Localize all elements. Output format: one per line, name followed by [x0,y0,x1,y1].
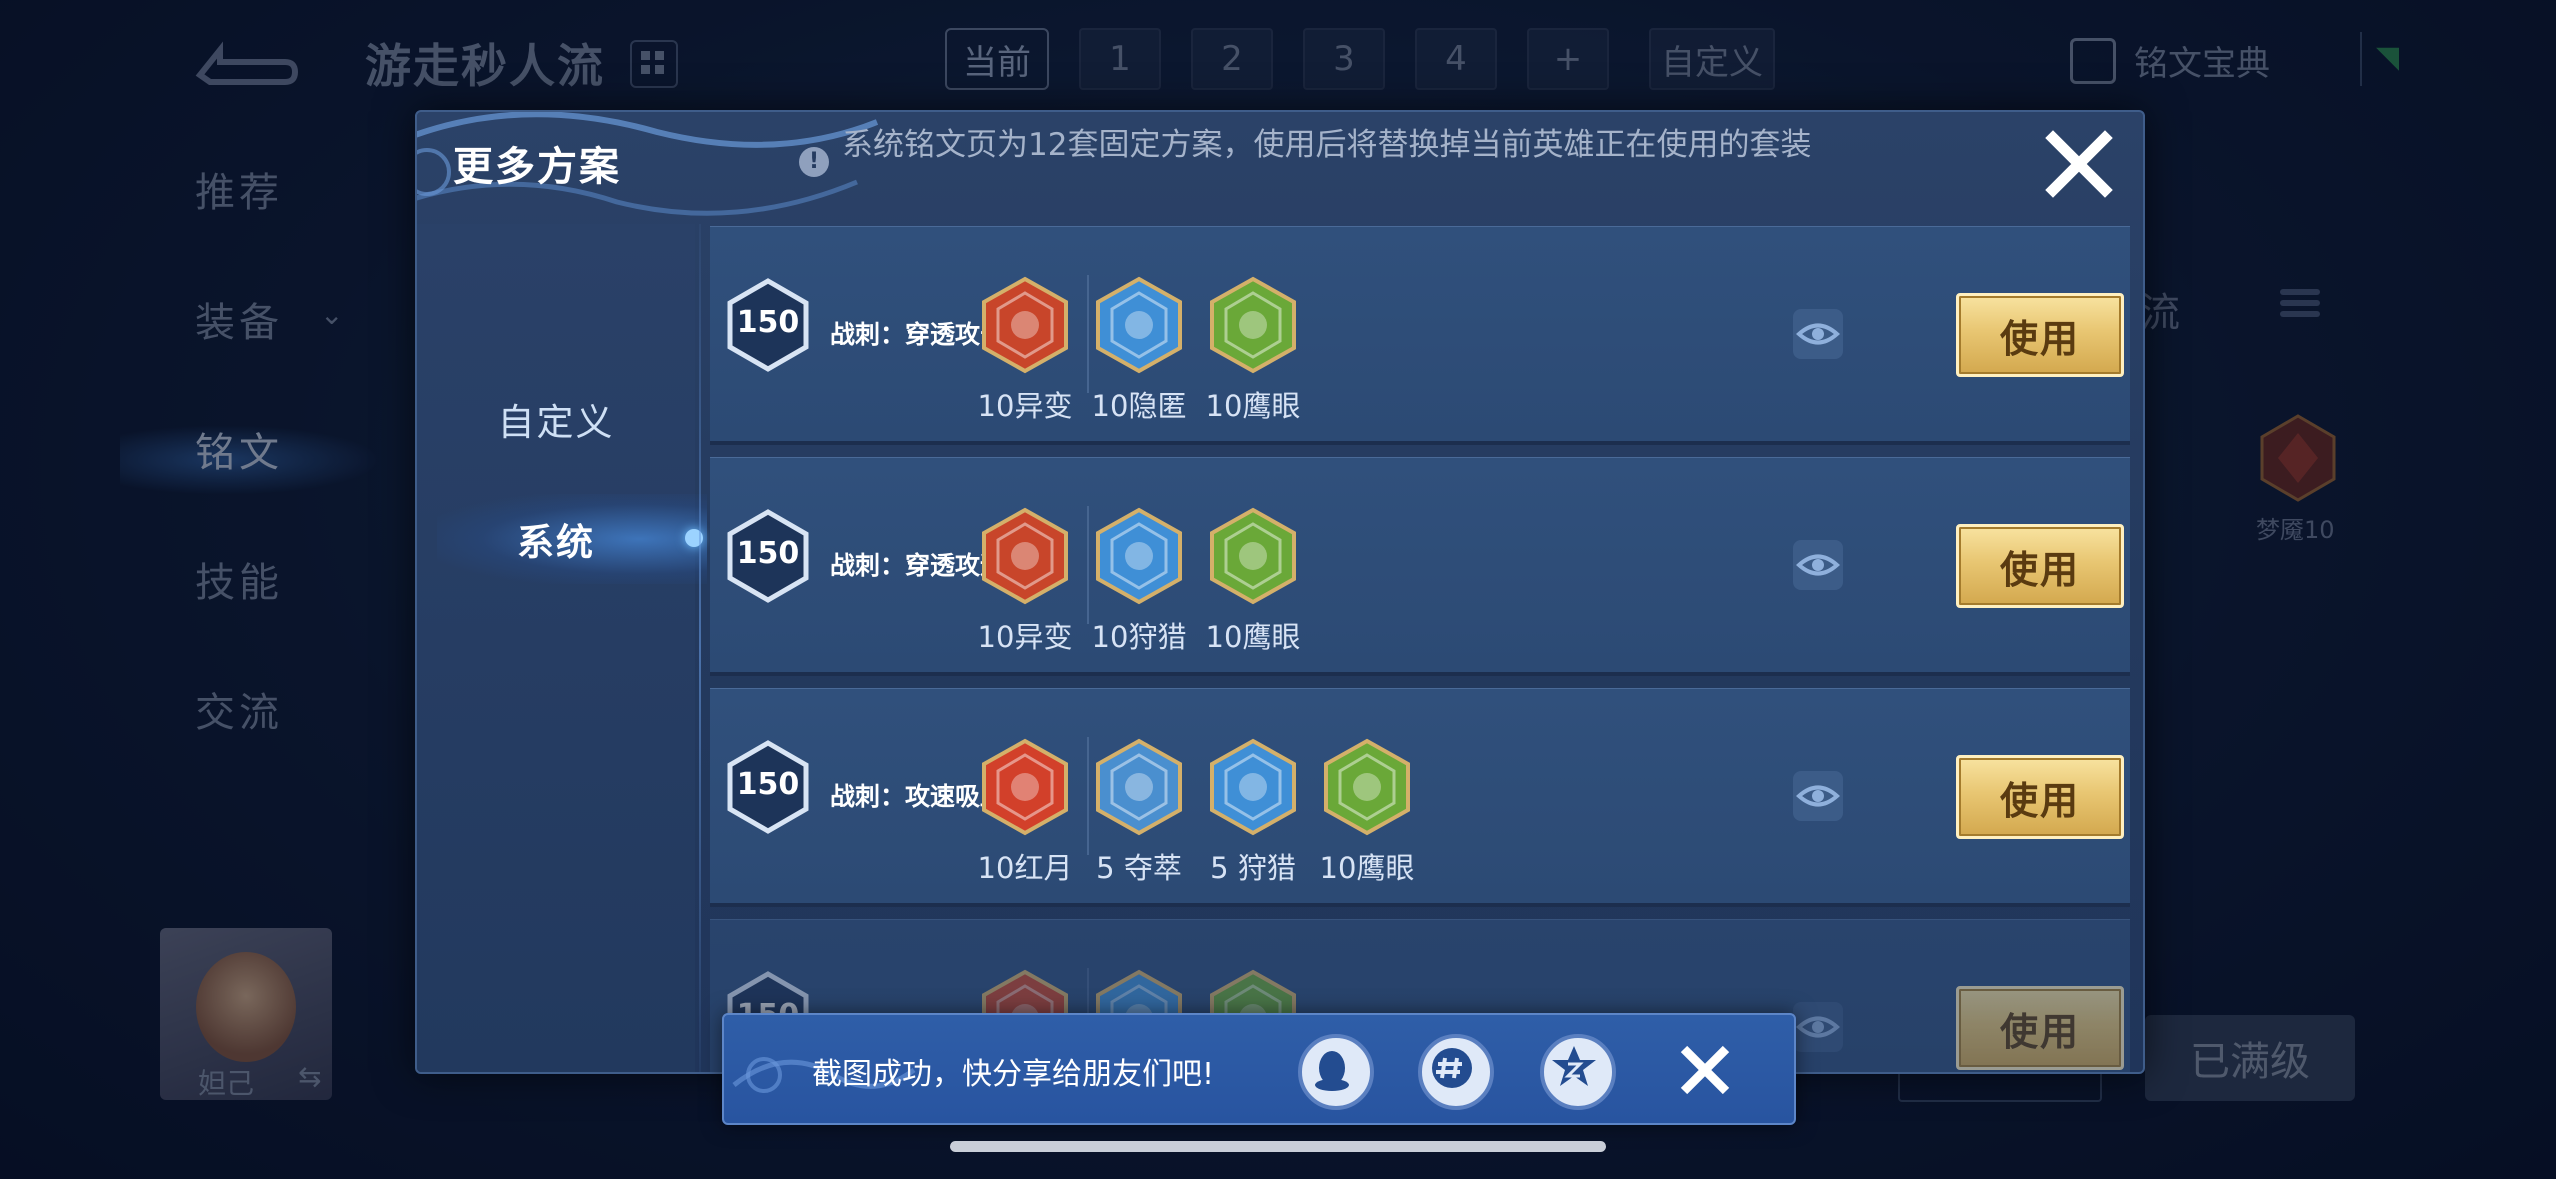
info-icon: ! [799,147,829,177]
use-plan-button[interactable]: 使用 [1956,293,2124,377]
grid-menu-icon[interactable] [630,40,678,88]
tab-page-2[interactable]: 2 [1191,28,1273,90]
rune-label: 10异变 [977,620,1073,654]
home-indicator[interactable] [950,1141,1606,1152]
qq-share-button[interactable] [1298,1034,1374,1110]
green-rune-icon [1210,276,1296,374]
blue-rune-icon [1096,276,1182,374]
nightmare-rune-icon [2260,414,2336,502]
back-arrow-icon[interactable] [190,30,300,90]
plan-name: 战刺：穿透攻击 [830,320,1006,349]
rune-label: 10红月 [977,851,1073,885]
side-nav-skills[interactable]: 技能 [195,550,283,680]
hero-name: 妲己 [198,1067,255,1100]
max-level-button[interactable]: 已满级 [2145,1015,2355,1101]
build-title: 游走秒人流 [365,39,605,93]
use-plan-button[interactable]: 使用 [1956,755,2124,839]
plan-card: 150 战刺：穿透攻速 10异变 10狩猎 10鹰眼 使用 [710,457,2130,676]
swap-hero-icon[interactable]: ⇆ [298,1060,321,1093]
plan-level: 150 [736,767,800,802]
toast-message: 截图成功，快分享给朋友们吧! [812,1057,1215,1092]
chevron-down-icon: ⌄ [320,298,348,331]
use-plan-button[interactable]: 使用 [1956,986,2124,1070]
screenshot-toast: 截图成功，快分享给朋友们吧! [722,1013,1796,1125]
qq-icon [1315,1051,1349,1091]
tab-page-4[interactable]: 4 [1415,28,1497,90]
side-nav-runes[interactable]: 铭文 [195,420,283,550]
tab-system-wrapper[interactable]: 系统 [417,494,707,584]
green-rune-icon [1324,738,1410,836]
rune-label: 10鹰眼 [1205,389,1301,423]
plan-list[interactable]: 150 战刺：穿透攻击 10异变 10隐匿 10鹰眼 使用 150 战刺：穿透攻速 10异变 10… [710,226,2130,1072]
card-divider [1087,275,1089,393]
use-plan-button[interactable]: 使用 [1956,524,2124,608]
card-divider [1087,737,1089,855]
toast-close-icon[interactable] [1674,1039,1736,1101]
moments-share-button[interactable] [1418,1034,1494,1110]
modal-tab-column: 自定义 系统 [417,224,707,1072]
side-nav-equipment-label: 装备 [195,300,283,346]
red-rune-icon [982,507,1068,605]
preview-eye-icon[interactable] [1793,309,1843,359]
hero-face [196,952,296,1062]
preview-eye-icon[interactable] [1793,1002,1843,1052]
plan-card: 150 战刺：穿透攻击 10异变 10隐匿 10鹰眼 使用 [710,226,2130,445]
rune-label: 10狩猎 [1091,620,1187,654]
modal-title: 更多方案 [453,144,621,190]
rune-label: 5 夺萃 [1096,851,1182,885]
side-nav-community[interactable]: 交流 [195,680,283,810]
close-icon[interactable] [2039,124,2119,204]
blue-rune-icon [1210,738,1296,836]
tab-current[interactable]: 当前 [945,28,1049,90]
card-divider [1087,506,1089,624]
rune-book-button[interactable]: 铭文宝典 [2070,36,2270,85]
tab-divider [699,224,701,1072]
network-status: ◥ [2360,32,2406,86]
qzone-icon [1552,1046,1596,1086]
rune-label: 5 狩猎 [1210,851,1296,885]
tab-custom[interactable]: 自定义 [417,392,695,446]
tab-system[interactable]: 系统 [417,512,695,566]
more-plans-modal: 更多方案 ! 系统铭文页为12套固定方案，使用后将替换掉当前英雄正在使用的套装 … [415,110,2145,1074]
rune-book-label: 铭文宝典 [2134,44,2270,84]
page-tab-bar: 当前 1 2 3 4 + 自定义 [945,28,1805,90]
rune-label: 10隐匿 [1091,389,1187,423]
red-rune-icon [982,276,1068,374]
plan-level: 150 [736,305,800,340]
qzone-share-button[interactable] [1540,1034,1616,1110]
red-rune-icon [982,738,1068,836]
plan-card: 150 战刺：攻速吸血 10红月 5 夺萃 5 狩猎 10鹰眼 使用 [710,688,2130,907]
wifi-icon: ◥ [2376,40,2400,75]
list-icon[interactable] [2280,284,2320,324]
side-nav-recommend[interactable]: 推荐 [195,160,283,290]
tab-page-3[interactable]: 3 [1303,28,1385,90]
plan-name: 战刺：穿透攻速 [830,551,1006,580]
preview-eye-icon[interactable] [1793,771,1843,821]
modal-header: 更多方案 ! 系统铭文页为12套固定方案，使用后将替换掉当前英雄正在使用的套装 [417,112,2143,224]
tab-add[interactable]: + [1527,28,1609,90]
right-rune-label: 梦魇10 [2256,516,2335,544]
preview-eye-icon[interactable] [1793,540,1843,590]
tab-page-1[interactable]: 1 [1079,28,1161,90]
book-icon [2070,37,2116,84]
tab-custom-page[interactable]: 自定义 [1649,28,1775,90]
info-text: 系统铭文页为12套固定方案，使用后将替换掉当前英雄正在使用的套装 [842,127,1812,163]
wechat-moments-icon [1432,1048,1472,1088]
rune-label: 10异变 [977,389,1073,423]
plan-level: 150 [736,536,800,571]
green-rune-icon [1210,507,1296,605]
side-nav: 推荐 装备 ⌄ 铭文 技能 交流 [195,160,343,810]
blue-rune-icon [1096,738,1182,836]
side-nav-equipment[interactable]: 装备 ⌄ [195,290,343,420]
plan-name: 战刺：攻速吸血 [830,782,1006,811]
rune-label: 10鹰眼 [1205,620,1301,654]
rune-label: 10鹰眼 [1319,851,1415,885]
blue-rune-icon [1096,507,1182,605]
